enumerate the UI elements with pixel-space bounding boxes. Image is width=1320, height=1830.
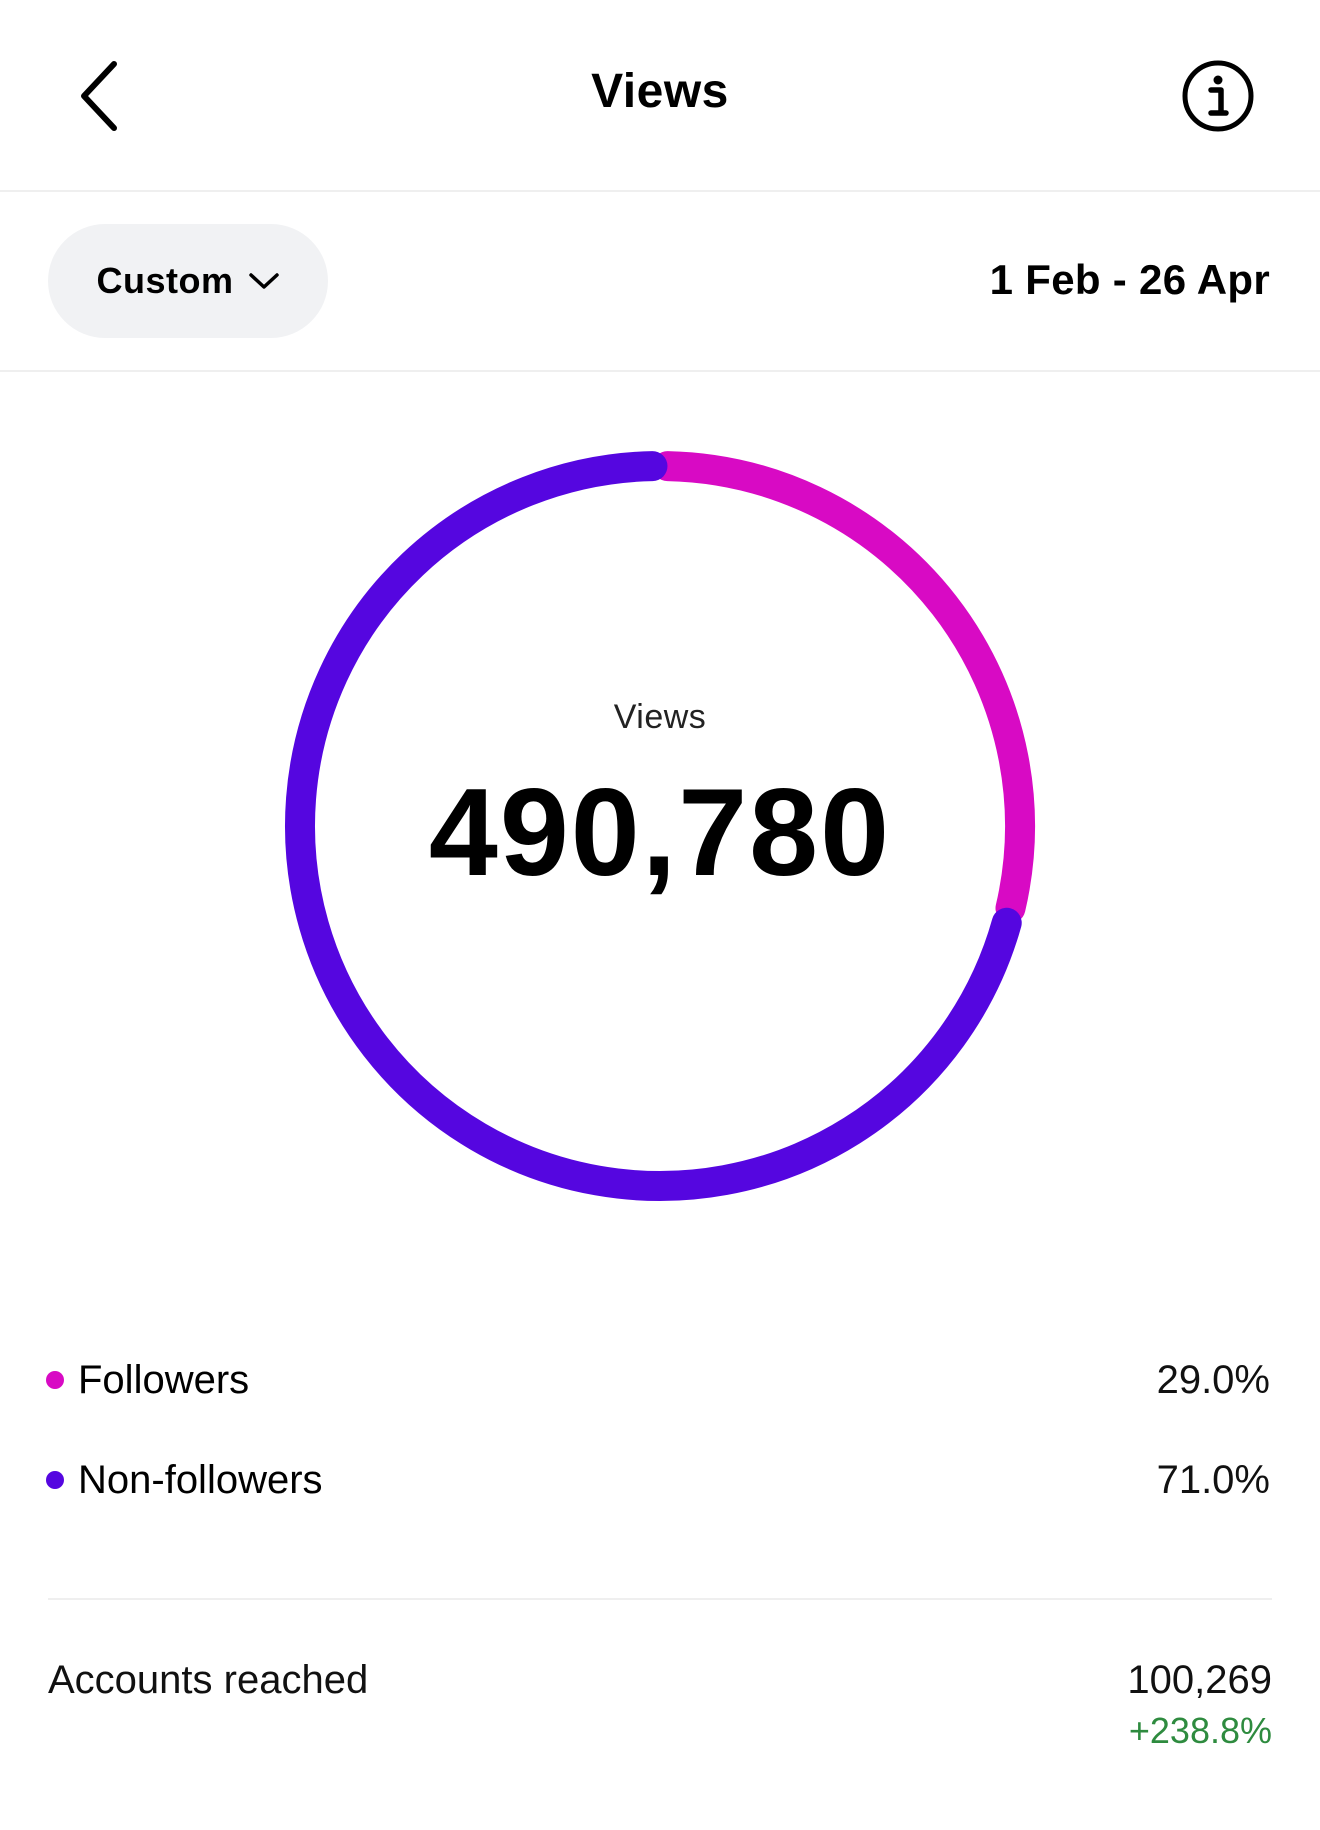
chevron-down-icon: [248, 273, 279, 289]
date-range-option-label: Custom: [96, 260, 234, 301]
info-button[interactable]: [1180, 58, 1256, 134]
donut-slice-followers: [652, 451, 1035, 924]
donut-svg: [285, 451, 1035, 1201]
divider: [48, 1598, 1272, 1600]
non-followers-dot-icon: [46, 1471, 64, 1489]
legend-label: Non-followers: [78, 1457, 323, 1502]
accounts-reached-row[interactable]: Accounts reached 100,269 +238.8%: [48, 1650, 1272, 1760]
filter-bar: Custom 1 Feb - 26 Apr: [0, 192, 1320, 372]
accounts-reached-value: 100,269: [1127, 1658, 1272, 1702]
accounts-reached-label: Accounts reached: [48, 1658, 369, 1702]
followers-dot-icon: [46, 1371, 64, 1389]
views-donut-chart: [280, 446, 1040, 1206]
legend-label: Followers: [78, 1357, 250, 1402]
date-range-text: 1 Feb - 26 Apr: [989, 256, 1270, 303]
info-icon: [1182, 60, 1254, 132]
legend-value: 71.0%: [1156, 1457, 1270, 1502]
page-title: Views: [591, 65, 729, 118]
legend-row-non-followers: Non-followers 71.0%: [46, 1450, 1270, 1510]
legend-row-followers: Followers 29.0%: [46, 1350, 1270, 1410]
legend-value: 29.0%: [1156, 1357, 1270, 1402]
top-bar: Views: [0, 0, 1320, 192]
date-range-dropdown[interactable]: Custom: [48, 224, 328, 338]
accounts-reached-change: +238.8%: [1128, 1710, 1272, 1751]
